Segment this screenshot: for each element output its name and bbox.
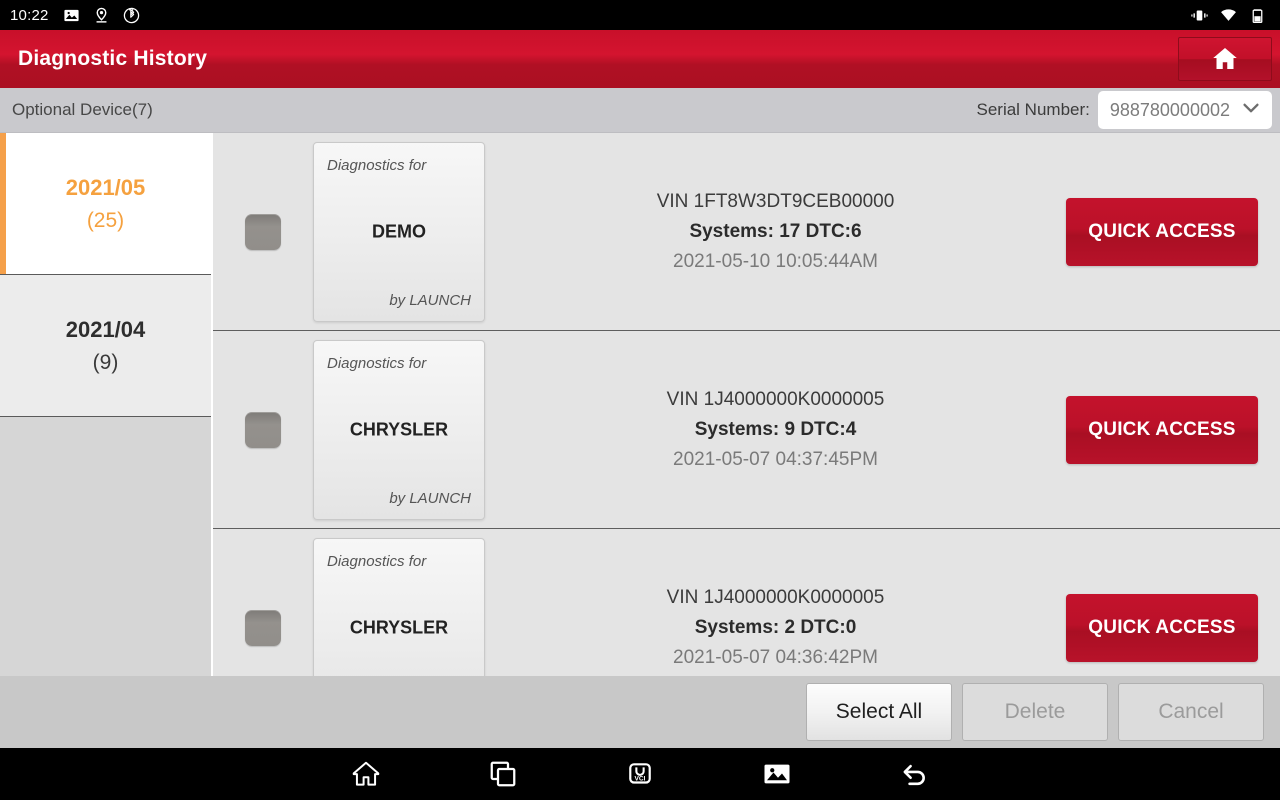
android-status-bar: 10:22: [0, 0, 1280, 30]
cancel-button[interactable]: Cancel: [1118, 683, 1264, 741]
home-button[interactable]: [1178, 37, 1272, 81]
optional-device-label: Optional Device(7): [12, 100, 153, 119]
sidebar-item-2021-05[interactable]: 2021/05 (25): [0, 133, 211, 275]
row-systems-dtc: Systems: 9 DTC:4: [694, 418, 857, 440]
row-details: VIN 1J4000000K0000005 Systems: 9 DTC:4 2…: [485, 385, 1066, 475]
status-clock: 10:22: [10, 6, 49, 24]
row-timestamp: 2021-05-10 10:05:44AM: [673, 250, 878, 272]
row-systems-dtc: Systems: 17 DTC:6: [689, 220, 862, 242]
vehicle-card-name: DEMO: [372, 221, 426, 241]
vehicle-card: Diagnostics for DEMO by LAUNCH: [313, 141, 485, 322]
month-sidebar: 2021/05 (25) 2021/04 (9): [0, 133, 212, 676]
vehicle-card-name: CHRYSLER: [349, 617, 449, 637]
main-content: 2021/05 (25) 2021/04 (9) Diagnostics for…: [0, 133, 1280, 676]
row-vin: VIN 1J4000000K0000005: [666, 388, 885, 410]
sidebar-item-count: (9): [92, 350, 119, 374]
vehicle-card-vendor: by LAUNCH: [389, 291, 471, 309]
device-sub-bar: Optional Device(7) Serial Number: 988780…: [0, 88, 1280, 133]
sidebar-item-month: 2021/05: [65, 174, 146, 200]
row-vin: VIN 1FT8W3DT9CEB00000: [656, 190, 895, 212]
row-checkbox[interactable]: [245, 213, 281, 250]
select-all-button[interactable]: Select All: [806, 683, 952, 741]
serial-number-select[interactable]: 988780000002: [1097, 91, 1272, 129]
row-timestamp: 2021-05-07 04:36:42PM: [673, 646, 878, 668]
delete-button[interactable]: Delete: [962, 683, 1108, 741]
vehicle-card-caption: Diagnostics for: [327, 552, 427, 570]
nav-screenshot-icon[interactable]: [760, 757, 794, 791]
home-icon: [1210, 44, 1240, 74]
page-title: Diagnostic History: [18, 47, 208, 70]
status-right-icons: [1191, 7, 1270, 24]
table-row[interactable]: Diagnostics for CHRYSLER by LAUNCH VIN 1…: [213, 529, 1280, 676]
vehicle-card-caption: Diagnostics for: [327, 354, 427, 372]
serial-number-value: 988780000002: [1109, 99, 1230, 120]
row-systems-dtc: Systems: 2 DTC:0: [694, 616, 857, 638]
row-details: VIN 1FT8W3DT9CEB00000 Systems: 17 DTC:6 …: [485, 187, 1066, 277]
location-icon: [93, 7, 110, 24]
vehicle-card: Diagnostics for CHRYSLER by LAUNCH: [313, 537, 485, 676]
status-left-icons: [63, 7, 140, 24]
vehicle-card: Diagnostics for CHRYSLER by LAUNCH: [313, 339, 485, 520]
sidebar-item-count: (25): [86, 208, 125, 232]
serial-number-group: Serial Number: 988780000002: [976, 91, 1280, 129]
app-title-bar: Diagnostic History: [0, 30, 1280, 88]
nav-recent-apps-icon[interactable]: [486, 757, 520, 791]
table-row[interactable]: Diagnostics for DEMO by LAUNCH VIN 1FT8W…: [213, 133, 1280, 331]
vibrate-icon: [1191, 7, 1208, 24]
quick-access-button[interactable]: QUICK ACCESS: [1066, 197, 1258, 266]
battery-icon: [1249, 7, 1266, 24]
svg-text:VCI: VCI: [635, 776, 646, 783]
bluetooth-icon: [123, 7, 140, 24]
vehicle-card-caption: Diagnostics for: [327, 156, 427, 174]
history-list[interactable]: Diagnostics for DEMO by LAUNCH VIN 1FT8W…: [212, 133, 1280, 676]
vehicle-card-name: CHRYSLER: [349, 419, 449, 439]
android-navigation-bar: VCI: [0, 748, 1280, 800]
chevron-down-icon: [1240, 97, 1262, 124]
nav-back-icon[interactable]: [897, 757, 931, 791]
sidebar-item-2021-04[interactable]: 2021/04 (9): [0, 275, 211, 417]
row-timestamp: 2021-05-07 04:37:45PM: [673, 448, 878, 470]
row-details: VIN 1J4000000K0000005 Systems: 2 DTC:0 2…: [485, 583, 1066, 673]
app-root: 10:22 Diagnostic History Optional Device…: [0, 0, 1280, 800]
nav-vci-icon[interactable]: VCI: [623, 757, 657, 791]
serial-number-label: Serial Number:: [976, 100, 1090, 119]
wifi-icon: [1220, 7, 1237, 24]
row-vin: VIN 1J4000000K0000005: [666, 586, 885, 608]
vehicle-card-vendor: by LAUNCH: [389, 489, 471, 507]
quick-access-button[interactable]: QUICK ACCESS: [1066, 593, 1258, 662]
bottom-action-bar: Select All Delete Cancel: [0, 676, 1280, 748]
row-checkbox[interactable]: [245, 609, 281, 646]
table-row[interactable]: Diagnostics for CHRYSLER by LAUNCH VIN 1…: [213, 331, 1280, 529]
row-checkbox[interactable]: [245, 411, 281, 448]
nav-home-icon[interactable]: [349, 757, 383, 791]
quick-access-button[interactable]: QUICK ACCESS: [1066, 395, 1258, 464]
image-icon: [63, 7, 80, 24]
sidebar-item-month: 2021/04: [65, 316, 146, 342]
